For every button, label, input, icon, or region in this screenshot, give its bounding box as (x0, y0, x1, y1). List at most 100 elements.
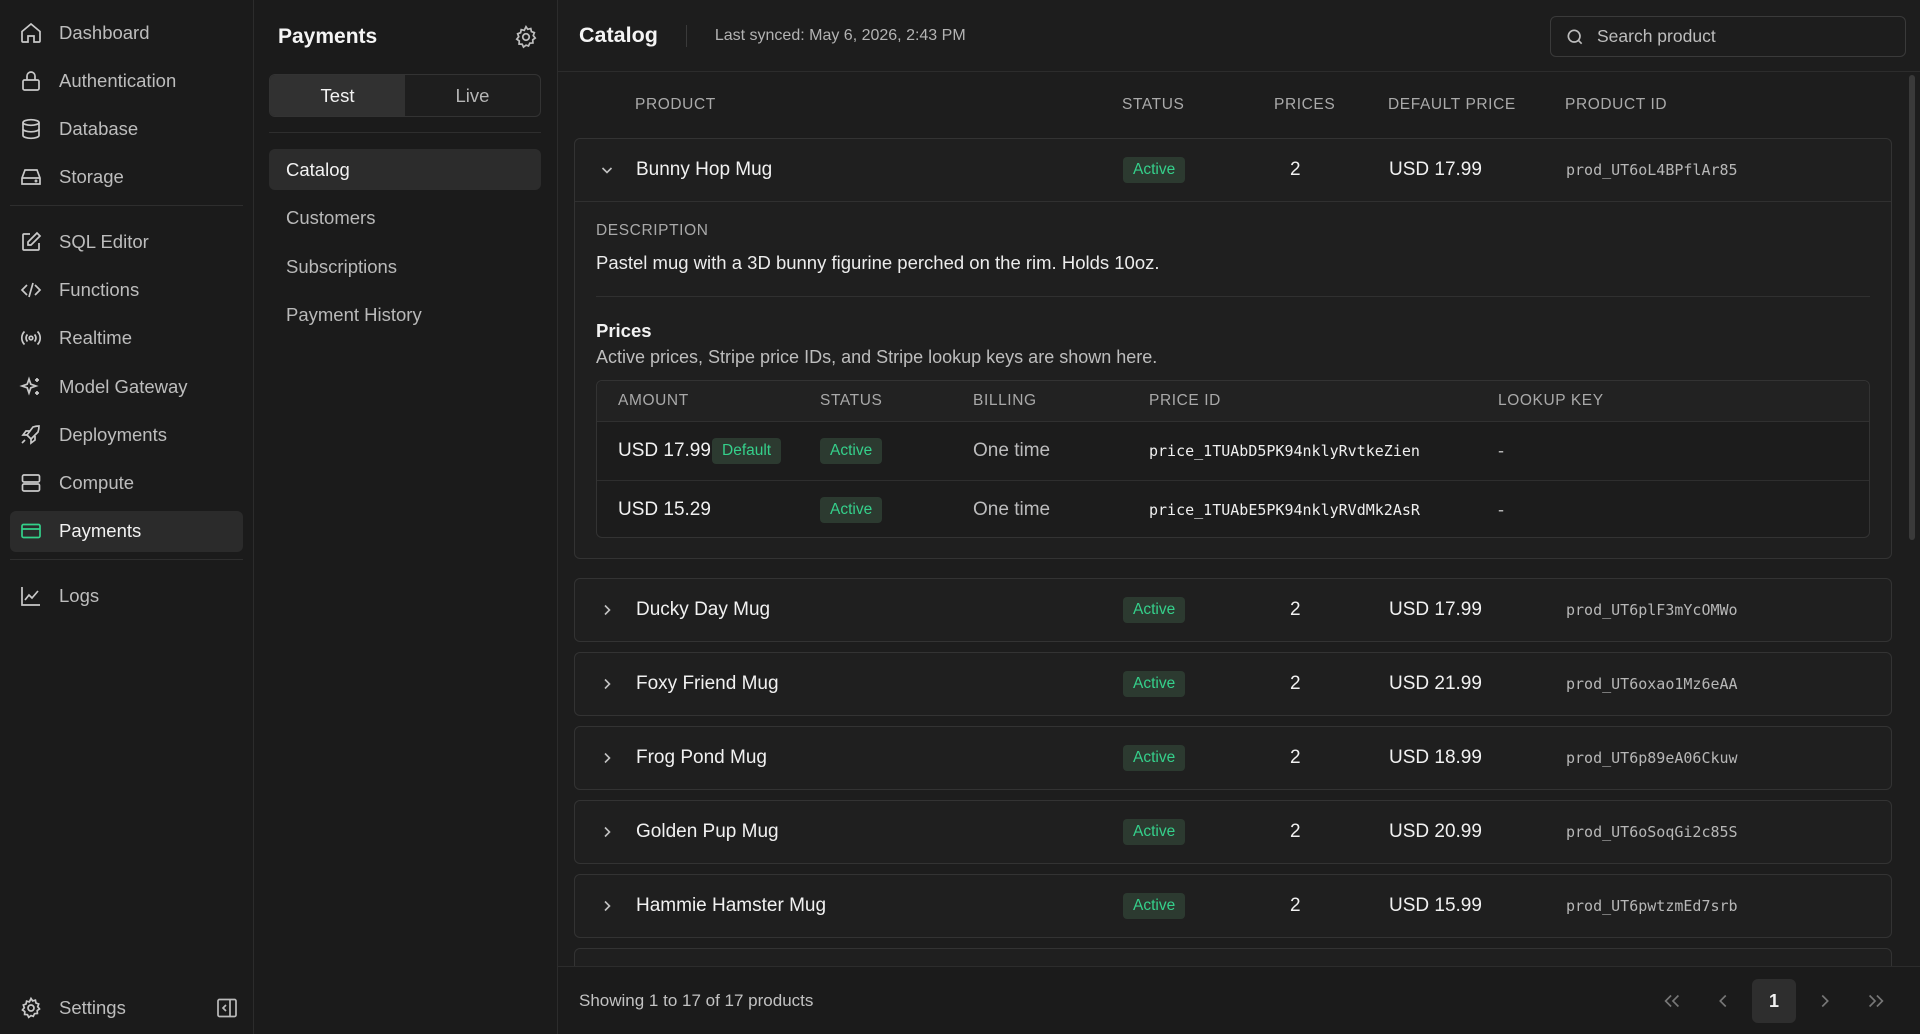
billing-type: One time (973, 440, 1051, 461)
nav-item-database[interactable]: Database (10, 109, 243, 150)
nav-item-label: Storage (59, 166, 124, 188)
chevron-right-icon[interactable] (599, 602, 615, 618)
server-icon (21, 474, 41, 493)
product-name: Hammie Hamster Mug (636, 895, 827, 916)
subpanel-title: Payments (278, 25, 378, 48)
chevron-right-icon[interactable] (599, 824, 615, 840)
next-page-button[interactable] (1803, 979, 1847, 1023)
default-price: USD 15.99 (1389, 895, 1482, 916)
nav-item-settings[interactable]: Settings (10, 987, 215, 1028)
first-page-button[interactable] (1650, 979, 1694, 1023)
product-id: prod_UT6plF3mYcOMWo (1566, 601, 1738, 619)
nav-item-functions[interactable]: Functions (10, 269, 243, 310)
table-footer: Showing 1 to 17 of 17 products 1 (558, 966, 1920, 1034)
nav-item-label: Compute (59, 472, 135, 494)
table-row[interactable]: Foxy Friend Mug Active 2 USD 21.99 prod_… (575, 653, 1891, 715)
price-count: 2 (1290, 747, 1301, 768)
lookup-key: - (1498, 499, 1504, 519)
table-row[interactable]: Hammie Hamster Mug Active 2 USD 15.99 pr… (575, 875, 1891, 937)
default-price: USD 20.99 (1389, 821, 1482, 842)
product-card: Foxy Friend Mug Active 2 USD 21.99 prod_… (574, 652, 1892, 716)
edit-icon (22, 231, 42, 251)
vertical-scrollbar[interactable] (1909, 75, 1915, 540)
rocket-icon (21, 425, 40, 445)
col-header-prices: PRICES (1274, 96, 1336, 113)
nav-item-storage[interactable]: Storage (10, 157, 243, 198)
chart-line-icon (21, 586, 40, 606)
price-id: price_1TUAbE5PK94nklyRVdMk2AsR (1149, 500, 1420, 519)
nav-item-deployments[interactable]: Deployments (10, 414, 243, 455)
pagination-summary: Showing 1 to 17 of 17 products (579, 990, 814, 1010)
col-header-default-price: DEFAULT PRICE (1388, 96, 1516, 113)
nav-item-label: Authentication (59, 69, 177, 91)
subnav-payment-history[interactable]: Payment History (269, 295, 541, 336)
table-row[interactable]: Bunny Hop Mug Active 2 USD 17.99 prod_UT… (575, 139, 1891, 201)
chevrons-right-icon (1868, 994, 1884, 1008)
product-card: Golden Pup Mug Active 2 USD 20.99 prod_U… (574, 800, 1892, 864)
prev-page-button[interactable] (1701, 979, 1745, 1023)
nav-item-model-gateway[interactable]: Model Gateway (10, 366, 243, 407)
nav-item-compute[interactable]: Compute (10, 463, 243, 504)
nav-item-realtime[interactable]: Realtime (10, 318, 243, 359)
prices-table-header: AMOUNT STATUS BILLING PRICE ID LOOKUP KE… (597, 381, 1869, 422)
chevron-down-icon[interactable] (599, 162, 615, 178)
col-header-product-id: PRODUCT ID (1565, 96, 1668, 113)
product-id: prod_UT6oL4BPflAr85 (1566, 161, 1738, 179)
nav-item-label: SQL Editor (59, 230, 149, 252)
col-header-price-status: STATUS (820, 392, 883, 409)
product-card: Ducky Day Mug Active 2 USD 17.99 prod_UT… (574, 578, 1892, 642)
sparkles-icon (19, 375, 39, 396)
description-label: DESCRIPTION (596, 222, 709, 239)
prices-title: Prices (596, 320, 652, 341)
search-icon (1567, 29, 1583, 44)
price-count: 2 (1290, 673, 1301, 694)
default-price: USD 21.99 (1389, 673, 1482, 694)
chevron-right-icon (1821, 994, 1829, 1008)
page-title: Catalog (579, 23, 658, 47)
sidebar-collapse-icon[interactable] (215, 996, 239, 1020)
price-row: USD 17.99 Default Active One time price_… (597, 422, 1869, 480)
col-header-lookup-key: LOOKUP KEY (1498, 392, 1604, 409)
price-row: USD 15.29 Active One time price_1TUAbE5P… (597, 480, 1869, 538)
description-text: Pastel mug with a 3D bunny figurine perc… (596, 252, 1160, 273)
nav-item-logs[interactable]: Logs (10, 575, 243, 616)
nav-item-payments[interactable]: Payments (10, 510, 243, 552)
table-row[interactable]: Ducky Day Mug Active 2 USD 17.99 prod_UT… (575, 579, 1891, 641)
subnav-customers[interactable]: Customers (269, 198, 541, 239)
mode-live-button[interactable]: Live (405, 75, 540, 116)
product-details: DESCRIPTION Pastel mug with a 3D bunny f… (575, 201, 1891, 558)
page-button-current[interactable]: 1 (1752, 979, 1796, 1023)
nav-item-sql-editor[interactable]: SQL Editor (10, 221, 243, 262)
chevron-right-icon[interactable] (599, 676, 615, 692)
product-id: prod_UT6oSoqGi2c85S (1566, 823, 1738, 841)
gear-icon[interactable] (513, 24, 539, 50)
search-input[interactable] (1597, 26, 1877, 47)
details-divider (596, 296, 1870, 297)
product-name: Frog Pond Mug (636, 747, 767, 768)
nav-divider (10, 559, 243, 561)
subpanel-header: Payments (269, 0, 541, 74)
table-row[interactable]: Golden Pup Mug Active 2 USD 20.99 prod_U… (575, 801, 1891, 863)
last-synced-text: Last synced: May 6, 2026, 2:43 PM (714, 26, 966, 44)
mode-test-button[interactable]: Test (270, 75, 405, 116)
col-header-status: STATUS (1122, 96, 1185, 113)
chevron-right-icon[interactable] (599, 898, 615, 914)
product-id: prod_UT6p89eA06Ckuw (1566, 749, 1738, 767)
table-row[interactable]: Frog Pond Mug Active 2 USD 18.99 prod_UT… (575, 727, 1891, 789)
prices-subtitle: Active prices, Stripe price IDs, and Str… (596, 347, 1158, 367)
credit-card-icon (21, 524, 41, 539)
product-name: Bunny Hop Mug (636, 159, 773, 180)
default-price: USD 17.99 (1389, 599, 1482, 620)
product-card-expanded: Bunny Hop Mug Active 2 USD 17.99 prod_UT… (574, 138, 1892, 559)
subnav-subscriptions[interactable]: Subscriptions (269, 246, 541, 287)
chevron-right-icon[interactable] (599, 750, 615, 766)
database-icon (22, 118, 40, 140)
subnav-catalog[interactable]: Catalog (269, 149, 541, 190)
price-count: 2 (1290, 599, 1301, 620)
nav-item-label: Logs (59, 584, 100, 606)
last-page-button[interactable] (1854, 979, 1898, 1023)
nav-item-dashboard[interactable]: Dashboard (10, 12, 243, 53)
price-amount: USD 17.99 (618, 440, 711, 461)
status-badge: Active (820, 438, 883, 464)
nav-item-authentication[interactable]: Authentication (10, 60, 243, 101)
